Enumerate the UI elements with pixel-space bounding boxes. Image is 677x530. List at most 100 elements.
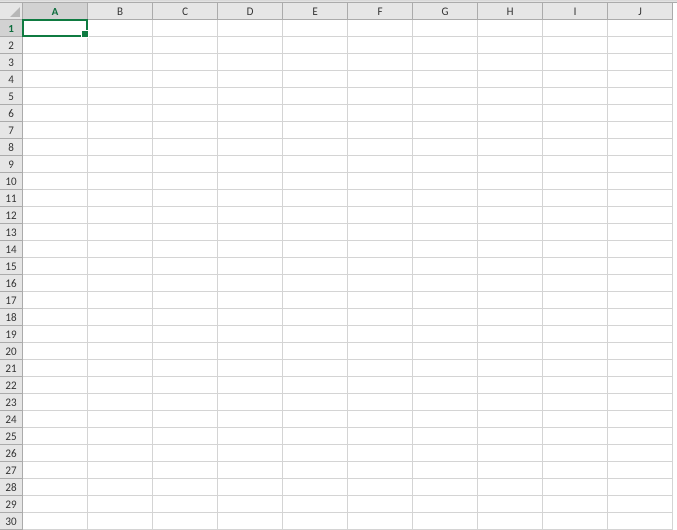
cell-F16[interactable]	[348, 275, 413, 292]
cell-C1[interactable]	[153, 20, 218, 37]
cell-J17[interactable]	[608, 292, 673, 309]
cell-J23[interactable]	[608, 394, 673, 411]
cell-B3[interactable]	[88, 54, 153, 71]
cell-B12[interactable]	[88, 207, 153, 224]
cell-E25[interactable]	[283, 428, 348, 445]
cell-B1[interactable]	[88, 20, 153, 37]
cell-A3[interactable]	[23, 54, 88, 71]
cell-I7[interactable]	[543, 122, 608, 139]
cell-A2[interactable]	[23, 37, 88, 54]
cell-I27[interactable]	[543, 462, 608, 479]
row-header-26[interactable]: 26	[0, 445, 23, 462]
cell-F15[interactable]	[348, 258, 413, 275]
cell-H2[interactable]	[478, 37, 543, 54]
cell-A23[interactable]	[23, 394, 88, 411]
cell-C3[interactable]	[153, 54, 218, 71]
cell-A13[interactable]	[23, 224, 88, 241]
cell-J6[interactable]	[608, 105, 673, 122]
cell-G12[interactable]	[413, 207, 478, 224]
cell-J27[interactable]	[608, 462, 673, 479]
cell-B5[interactable]	[88, 88, 153, 105]
column-header-E[interactable]: E	[283, 3, 348, 20]
column-header-H[interactable]: H	[478, 3, 543, 20]
cell-I22[interactable]	[543, 377, 608, 394]
cell-F12[interactable]	[348, 207, 413, 224]
cell-F4[interactable]	[348, 71, 413, 88]
cell-B7[interactable]	[88, 122, 153, 139]
cell-G7[interactable]	[413, 122, 478, 139]
cell-D23[interactable]	[218, 394, 283, 411]
cell-G30[interactable]	[413, 513, 478, 530]
cell-C18[interactable]	[153, 309, 218, 326]
cell-B19[interactable]	[88, 326, 153, 343]
row-header-22[interactable]: 22	[0, 377, 23, 394]
cell-G11[interactable]	[413, 190, 478, 207]
cell-I12[interactable]	[543, 207, 608, 224]
cell-D3[interactable]	[218, 54, 283, 71]
cell-A28[interactable]	[23, 479, 88, 496]
cell-C13[interactable]	[153, 224, 218, 241]
row-header-10[interactable]: 10	[0, 173, 23, 190]
row-header-6[interactable]: 6	[0, 105, 23, 122]
cell-D11[interactable]	[218, 190, 283, 207]
cell-D28[interactable]	[218, 479, 283, 496]
row-header-2[interactable]: 2	[0, 37, 23, 54]
cell-A7[interactable]	[23, 122, 88, 139]
cell-H29[interactable]	[478, 496, 543, 513]
cell-H12[interactable]	[478, 207, 543, 224]
cell-G28[interactable]	[413, 479, 478, 496]
cell-A8[interactable]	[23, 139, 88, 156]
cell-I28[interactable]	[543, 479, 608, 496]
cell-F27[interactable]	[348, 462, 413, 479]
row-header-9[interactable]: 9	[0, 156, 23, 173]
cell-A30[interactable]	[23, 513, 88, 530]
cell-B23[interactable]	[88, 394, 153, 411]
cell-E19[interactable]	[283, 326, 348, 343]
cell-J21[interactable]	[608, 360, 673, 377]
cell-G2[interactable]	[413, 37, 478, 54]
cell-G4[interactable]	[413, 71, 478, 88]
cell-D4[interactable]	[218, 71, 283, 88]
cell-G16[interactable]	[413, 275, 478, 292]
cell-F10[interactable]	[348, 173, 413, 190]
cell-C16[interactable]	[153, 275, 218, 292]
cell-E22[interactable]	[283, 377, 348, 394]
cell-H9[interactable]	[478, 156, 543, 173]
cell-I4[interactable]	[543, 71, 608, 88]
cell-J14[interactable]	[608, 241, 673, 258]
cell-G14[interactable]	[413, 241, 478, 258]
cell-A4[interactable]	[23, 71, 88, 88]
cell-B26[interactable]	[88, 445, 153, 462]
cell-C21[interactable]	[153, 360, 218, 377]
cell-G6[interactable]	[413, 105, 478, 122]
cell-I15[interactable]	[543, 258, 608, 275]
cell-J28[interactable]	[608, 479, 673, 496]
cell-A21[interactable]	[23, 360, 88, 377]
cell-G18[interactable]	[413, 309, 478, 326]
cell-B6[interactable]	[88, 105, 153, 122]
cell-H27[interactable]	[478, 462, 543, 479]
cell-H1[interactable]	[478, 20, 543, 37]
cell-C10[interactable]	[153, 173, 218, 190]
cell-E11[interactable]	[283, 190, 348, 207]
cell-F30[interactable]	[348, 513, 413, 530]
cell-C20[interactable]	[153, 343, 218, 360]
cell-D21[interactable]	[218, 360, 283, 377]
row-header-12[interactable]: 12	[0, 207, 23, 224]
cell-F20[interactable]	[348, 343, 413, 360]
select-all-corner[interactable]	[0, 3, 23, 20]
column-header-A[interactable]: A	[23, 3, 88, 20]
cell-D12[interactable]	[218, 207, 283, 224]
cell-J24[interactable]	[608, 411, 673, 428]
cell-F14[interactable]	[348, 241, 413, 258]
cell-E6[interactable]	[283, 105, 348, 122]
cell-H22[interactable]	[478, 377, 543, 394]
cell-F18[interactable]	[348, 309, 413, 326]
cell-C6[interactable]	[153, 105, 218, 122]
cell-F28[interactable]	[348, 479, 413, 496]
cell-F7[interactable]	[348, 122, 413, 139]
cell-F21[interactable]	[348, 360, 413, 377]
cell-E4[interactable]	[283, 71, 348, 88]
cell-H16[interactable]	[478, 275, 543, 292]
cell-E26[interactable]	[283, 445, 348, 462]
